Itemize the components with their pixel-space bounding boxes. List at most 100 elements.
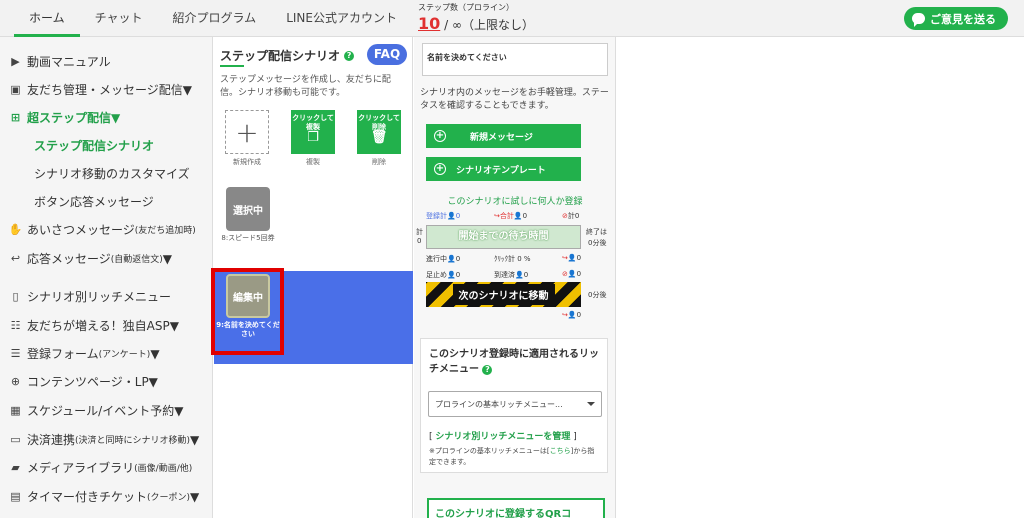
step-count-limit: / ∞（上限なし） (444, 18, 534, 32)
stat-in-progress: 進行中👤0 (426, 255, 461, 263)
person-icon: 👤 (567, 311, 577, 319)
list-icon: ☰ (10, 347, 21, 360)
copy-icon: ❐ (307, 130, 319, 145)
qr-register-button[interactable]: このシナリオに登録するQRコ (427, 498, 605, 518)
video-icon: ▶ (11, 55, 20, 68)
person-icon: 👤 (567, 270, 577, 278)
chat-bubble-icon (912, 13, 925, 27)
selected-tile[interactable]: 選択中 (226, 187, 270, 231)
person-icon: 👤 (447, 212, 456, 220)
next-scenario-button[interactable]: 次のシナリオに移動 (426, 282, 581, 307)
trash-icon: 🗑 (370, 130, 388, 145)
globe-icon: ⊕ (10, 375, 21, 388)
nav-line-account[interactable]: LINE公式アカウント (271, 0, 412, 37)
step-count-value[interactable]: 10 (418, 14, 440, 33)
calendar-icon: ▦ (10, 404, 21, 417)
step-count-label: ステップ数（プロライン） (418, 3, 514, 12)
scenario-description: ステップメッセージを作成し、友だちに配信。シナリオ移動も可能です。 (220, 75, 391, 98)
sidebar: ▶ 動画マニュアル ▣ 友だち管理・メッセージ配信▼ ⊞ 超ステップ配信▼ ステ… (0, 37, 213, 518)
mobile-icon: ▯ (12, 290, 19, 303)
stat-next-after: 0分後 (588, 291, 607, 299)
highlight-box-editing (211, 268, 284, 355)
nav-chat[interactable]: チャット (80, 0, 158, 37)
copy-scenario-tool[interactable]: クリックして複製 ❐ 複製 (291, 110, 335, 167)
sidebar-item-schedule[interactable]: ▦ スケジュール/イベント予約▼ (9, 402, 183, 419)
sidebar-item-auto-reply[interactable]: ↩ 応答メッセージ (自動返信文) ▼ (9, 250, 172, 267)
new-scenario-label: 新規作成 (233, 158, 261, 166)
person-icon: 👤 (567, 254, 577, 262)
top-bar: ホーム チャット 紹介プログラム LINE公式アカウント ステップ数（プロライン… (0, 0, 1024, 37)
rich-menu-manage-link[interactable]: [ シナリオ別リッチメニューを管理 ] (429, 429, 577, 442)
help-icon[interactable]: ? (344, 50, 355, 61)
person-icon: 👤 (447, 271, 456, 279)
scenario-tile-speed[interactable]: 選択中 8:スピード5回券 (218, 187, 278, 243)
scenario-title: ステップ配信シナリオ ? (220, 47, 355, 64)
plus-circle-icon: + (434, 163, 446, 175)
delete-scenario-tool[interactable]: クリックして削除 🗑 削除 (357, 110, 401, 167)
new-message-button[interactable]: + 新規メッセージ (426, 124, 581, 148)
stat-end-label: 終了は (586, 228, 607, 236)
step-count: ステップ数（プロライン） 10 / ∞（上限なし） (418, 2, 534, 33)
sidebar-sub-button-reply[interactable]: ボタン応答メッセージ (34, 193, 154, 210)
sidebar-item-ticket[interactable]: ▤ タイマー付きチケット (クーポン) ▼ (9, 488, 199, 505)
scenario-name-input[interactable]: 名前を決めてください (422, 43, 608, 76)
stat-click-total: ｸﾘｯｸ計 0 % (494, 255, 531, 263)
sidebar-sub-step-scenario[interactable]: ステップ配信シナリオ (34, 137, 154, 154)
detail-description: シナリオ内のメッセージをお手軽管理。ステータスを確認することもできます。 (420, 88, 609, 111)
copy-scenario-label: 複製 (306, 158, 320, 166)
sidebar-item-payment[interactable]: ▭ 決済連携 (決済と同時にシナリオ移動) ▼ (9, 431, 199, 448)
sidebar-item-super-step[interactable]: ⊞ 超ステップ配信▼ (9, 109, 120, 126)
sidebar-item-asp[interactable]: ☷ 友だちが増える！独自ASP▼ (9, 317, 179, 334)
nav-home[interactable]: ホーム (14, 0, 80, 37)
person-icon: 👤 (447, 255, 456, 263)
rich-menu-select[interactable]: プロラインの基本リッチメニュー... (428, 391, 602, 417)
sidebar-item-friends[interactable]: ▣ 友だち管理・メッセージ配信▼ (9, 81, 192, 98)
hand-wave-icon: ✋ (8, 223, 23, 236)
folder-icon: ▰ (11, 461, 20, 474)
detail-panel: 名前を決めてください シナリオ内のメッセージをお手軽管理。ステータスを確認するこ… (414, 37, 616, 518)
plus-icon[interactable]: + (225, 110, 269, 154)
sidebar-item-content-page[interactable]: ⊕ コンテンツページ・LP▼ (9, 373, 158, 390)
here-link[interactable]: こちら (550, 447, 571, 455)
faq-button[interactable]: FAQ (367, 44, 407, 65)
stat-end-after: 0分後 (588, 239, 607, 247)
person-icon: 👤 (513, 212, 523, 220)
title-underline (220, 65, 244, 67)
stat-side-total: 計 (416, 228, 423, 236)
feedback-label: ご意見を送る (930, 12, 996, 26)
rich-menu-title: このシナリオ登録時に適用されるリッチメニュー ? (429, 349, 599, 375)
stat-blocked: ⊘計0 (562, 212, 580, 220)
nav-referral[interactable]: 紹介プログラム (158, 0, 272, 37)
person-icon: 👤 (515, 271, 524, 279)
contacts-icon: ▣ (10, 83, 21, 96)
stat-reached: 到達済👤0 (494, 271, 529, 279)
wait-time-button[interactable]: 開始までの待ち時間 (426, 225, 581, 249)
rich-menu-note: ※プロラインの基本リッチメニューは[こちら]から指定できます。 (429, 447, 595, 466)
stat-next-moved: ↪👤0 (562, 311, 582, 319)
help-icon[interactable]: ? (482, 365, 493, 375)
stat-blocked-2: ⊘👤0 (562, 270, 582, 278)
delete-scenario-label: 削除 (372, 158, 386, 166)
sidebar-item-form[interactable]: ☰ 登録フォーム (アンケート) ▼ (9, 345, 160, 362)
stat-side-zero: 0 (417, 237, 422, 245)
sidebar-item-media[interactable]: ▰ メディアライブラリ (画像/動画/他) (9, 459, 192, 476)
handshake-icon: ☷ (10, 319, 21, 332)
sidebar-sub-scenario-move[interactable]: シナリオ移動のカスタマイズ (34, 165, 190, 182)
template-button[interactable]: + シナリオテンプレート (426, 157, 581, 181)
reply-icon: ↩ (10, 252, 21, 265)
trial-register-link[interactable]: このシナリオに試しに何人か登録 (414, 194, 616, 207)
scenario-caption: 8:スピード5回券 (221, 234, 275, 242)
stat-moved: ↪👤0 (562, 254, 582, 262)
stat-registered: 登録計👤0 (426, 212, 461, 220)
feedback-button[interactable]: ご意見を送る (904, 7, 1008, 30)
credit-card-icon: ▭ (10, 433, 21, 446)
sidebar-item-video-manual[interactable]: ▶ 動画マニュアル (9, 53, 110, 70)
plus-circle-icon: + (434, 130, 446, 142)
ticket-icon: ▤ (10, 490, 21, 503)
sidebar-item-rich-menu[interactable]: ▯ シナリオ別リッチメニュー (9, 288, 171, 305)
stat-stopped: 足止め👤0 (426, 271, 461, 279)
rich-menu-card: このシナリオ登録時に適用されるリッチメニュー ? プロラインの基本リッチメニュー… (420, 338, 608, 473)
sidebar-item-greeting[interactable]: ✋ あいさつメッセージ (友だち追加時) (9, 221, 196, 238)
new-scenario-tool[interactable]: + 新規作成 (225, 110, 269, 167)
sitemap-icon: ⊞ (10, 111, 21, 124)
